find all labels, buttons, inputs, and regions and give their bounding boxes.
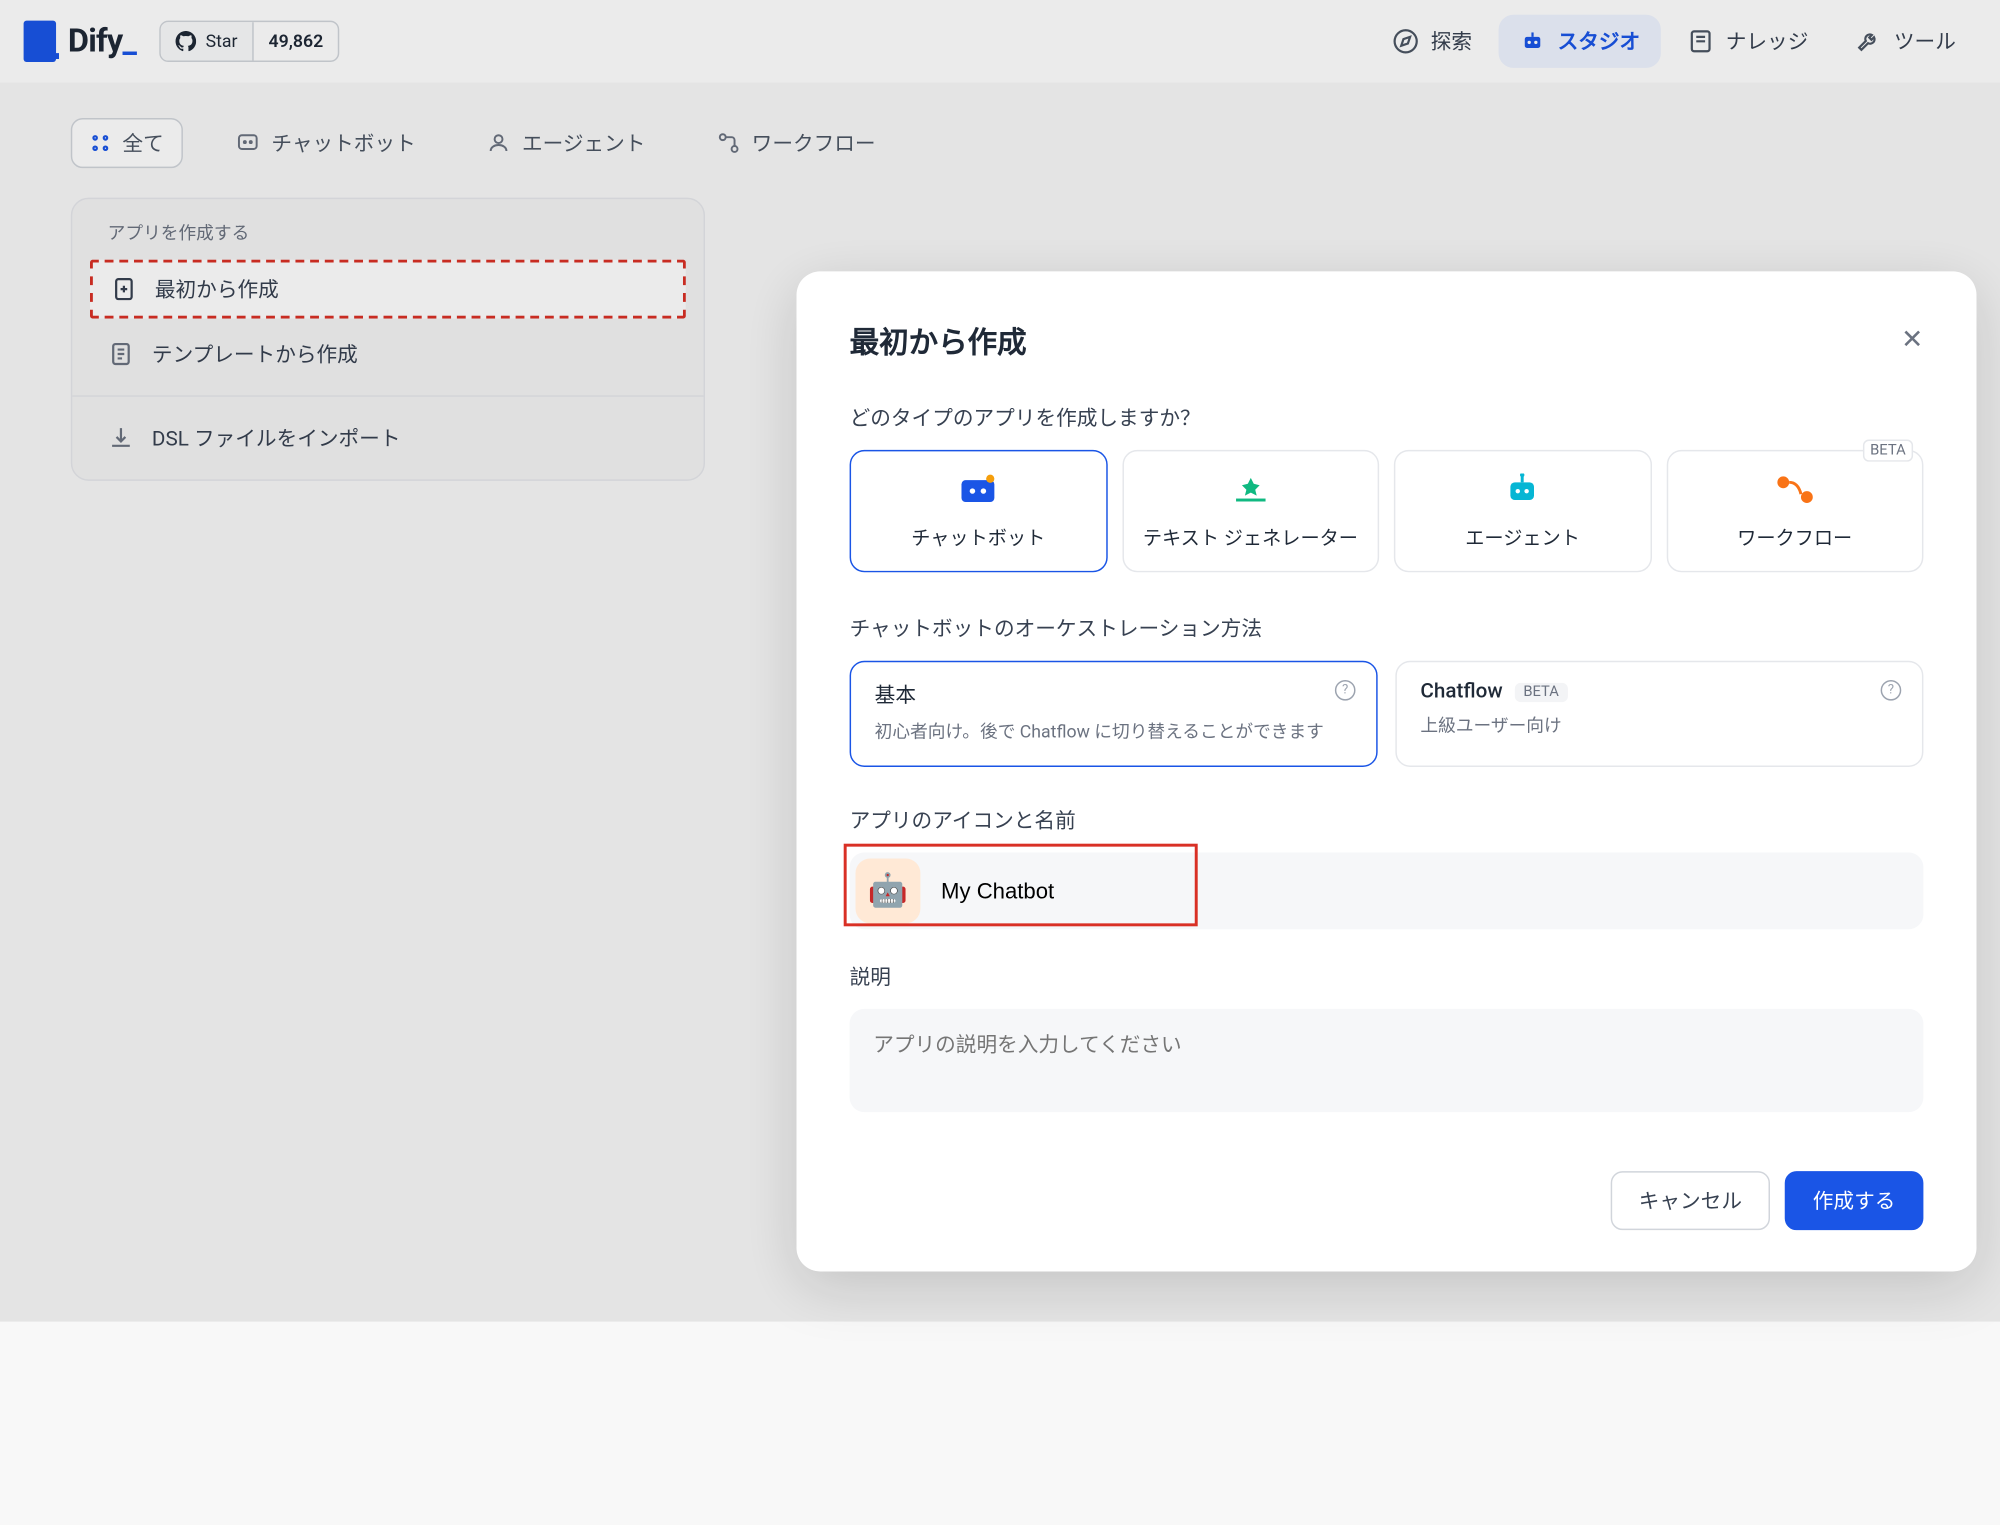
beta-badge: BETA [1863, 440, 1913, 462]
icon-name-label: アプリのアイコンと名前 [850, 805, 1924, 835]
app-icon-emoji: 🤖 [868, 872, 908, 909]
app-icon-picker[interactable]: 🤖 [856, 858, 921, 923]
type-label: チャットボット [911, 522, 1045, 550]
desc-label: 説明 [850, 962, 1924, 992]
type-label: ワークフロー [1737, 522, 1852, 550]
type-textgen[interactable]: テキスト ジェネレーター [1122, 450, 1379, 572]
app-name-input[interactable] [926, 861, 1923, 921]
cancel-button[interactable]: キャンセル [1611, 1171, 1770, 1230]
create-app-modal: 最初から作成 ✕ どのタイプのアプリを作成しますか？ チャットボット テキスト … [797, 271, 1977, 1271]
orch-chatflow-desc: 上級ユーザー向け [1420, 712, 1898, 739]
orch-chatflow-title: Chatflow [1420, 680, 1502, 704]
orch-basic-desc: 初心者向け。後で Chatflow に切り替えることができます [875, 718, 1353, 745]
orch-label: チャットボットのオーケストレーション方法 [850, 614, 1924, 644]
modal-title: 最初から作成 [850, 319, 1027, 362]
beta-badge: BETA [1514, 682, 1567, 701]
orch-basic[interactable]: ? 基本 初心者向け。後で Chatflow に切り替えることができます [850, 661, 1378, 767]
textgen-type-icon [1231, 475, 1269, 505]
type-chatbot[interactable]: チャットボット [850, 450, 1107, 572]
orchestration-grid: ? 基本 初心者向け。後で Chatflow に切り替えることができます ? C… [850, 661, 1924, 767]
chatbot-type-icon [959, 475, 997, 505]
type-workflow[interactable]: BETA ワークフロー [1666, 450, 1923, 572]
help-icon[interactable]: ? [1335, 680, 1356, 701]
orch-chatflow[interactable]: ? Chatflow BETA 上級ユーザー向け [1395, 661, 1923, 767]
type-agent[interactable]: エージェント [1394, 450, 1651, 572]
orch-basic-title: 基本 [875, 680, 916, 710]
app-type-grid: チャットボット テキスト ジェネレーター エージェント BETA ワークフロー [850, 450, 1924, 572]
type-label: テキスト ジェネレーター [1143, 522, 1358, 550]
type-question-label: どのタイプのアプリを作成しますか？ [850, 403, 1924, 433]
agent-type-icon [1503, 475, 1541, 505]
modal-header: 最初から作成 ✕ [850, 319, 1924, 362]
app-name-row: 🤖 [850, 853, 1924, 930]
close-icon[interactable]: ✕ [1901, 325, 1923, 356]
type-label: エージェント [1465, 522, 1580, 550]
help-icon[interactable]: ? [1881, 680, 1902, 701]
description-input[interactable] [850, 1009, 1924, 1112]
workflow-type-icon [1776, 475, 1814, 505]
create-button[interactable]: 作成する [1785, 1171, 1924, 1230]
modal-footer: キャンセル 作成する [850, 1171, 1924, 1230]
